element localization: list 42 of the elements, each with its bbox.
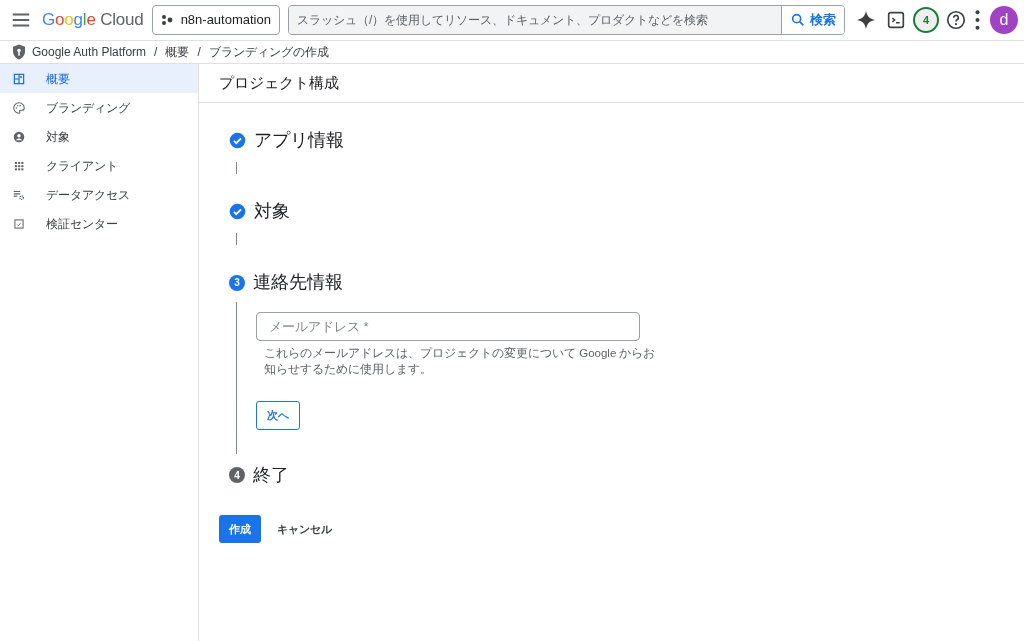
help-icon <box>945 9 967 31</box>
breadcrumb-link[interactable]: Google Auth Platform <box>32 43 147 61</box>
breadcrumb-separator: / <box>197 44 201 61</box>
cancel-button[interactable]: キャンセル <box>269 514 340 544</box>
field-hint: これらのメールアドレスは、プロジェクトの変更について Google からお知らせするために使用します。 <box>264 346 657 378</box>
page-title: プロジェクト構成 <box>199 64 1024 103</box>
step-title: 連絡先情報 <box>253 271 343 294</box>
logo[interactable]: Google Cloud <box>42 7 144 33</box>
search-field[interactable]: スラッシュ（/）を使用してリソース、ドキュメント、プロダクトなどを検索 検索 <box>287 5 845 35</box>
search-icon <box>790 12 806 28</box>
create-button[interactable]: 作成 <box>219 514 261 544</box>
sidebar-item[interactable]: データアクセス <box>0 180 198 209</box>
breadcrumb-link[interactable]: ブランディングの作成 <box>208 43 329 61</box>
email-field[interactable]: メールアドレス * <box>256 312 640 341</box>
step-title: 対象 <box>254 200 290 223</box>
breadcrumb-separator: / <box>154 44 158 61</box>
sidebar-item[interactable]: 検証センター <box>0 209 198 238</box>
step-number: 3 <box>229 274 245 291</box>
next-button[interactable]: 次へ <box>256 401 300 430</box>
sidebar-item[interactable]: 概要 <box>0 64 198 93</box>
check-circle-icon <box>229 203 246 220</box>
person-icon <box>12 129 26 144</box>
terminal-icon <box>885 9 907 31</box>
more-icon <box>975 10 980 30</box>
dashboard-icon <box>12 71 26 86</box>
more-button[interactable] <box>973 8 982 32</box>
sidebar-item[interactable]: 対象 <box>0 122 198 151</box>
sidebar-item[interactable]: クライアント <box>0 151 198 180</box>
sidebar-item[interactable]: ブランディング <box>0 93 198 122</box>
palette-icon <box>12 100 26 115</box>
checkbox-icon <box>12 216 26 231</box>
step-title: 終了 <box>253 463 289 487</box>
step-number: 4 <box>229 467 245 484</box>
dots-icon <box>160 14 173 26</box>
avatar[interactable]: d <box>990 6 1018 34</box>
project-picker[interactable]: n8n-automation <box>151 5 280 35</box>
notification-count[interactable]: 4 <box>913 7 939 33</box>
check-circle-icon <box>229 132 246 149</box>
search-button[interactable]: 検索 <box>781 6 844 34</box>
breadcrumb-link[interactable]: 概要 <box>165 43 190 61</box>
step-title: アプリ情報 <box>254 129 344 152</box>
shield-icon <box>10 43 28 61</box>
